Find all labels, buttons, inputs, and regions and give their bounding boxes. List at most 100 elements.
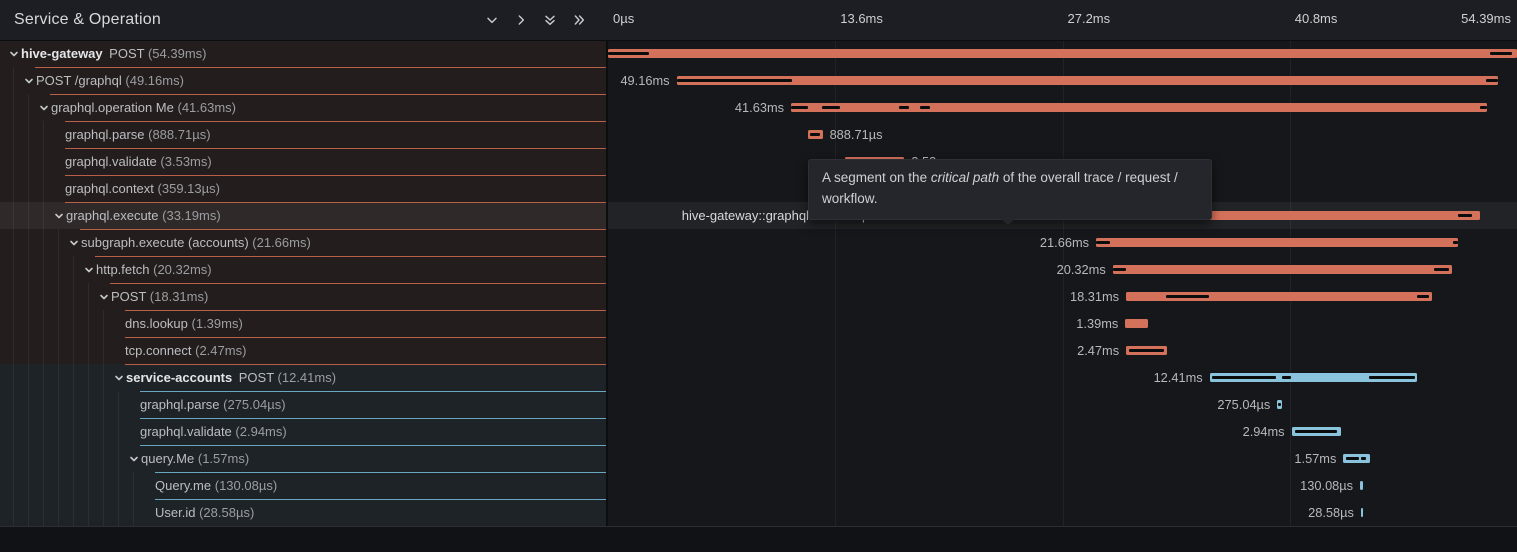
span-bar-row[interactable]: 12.41ms [608, 364, 1517, 391]
span-tree-row[interactable]: tcp.connect (2.47ms) [0, 337, 606, 364]
span-bar-row[interactable]: 20.32ms [608, 256, 1517, 283]
span-bar-row[interactable] [608, 40, 1517, 67]
span-bar[interactable] [1096, 238, 1458, 247]
span-bar[interactable] [1292, 427, 1341, 436]
indent-guide [43, 391, 44, 418]
critical-path-segment [1346, 457, 1359, 460]
span-bar[interactable] [1126, 346, 1167, 355]
trace-viewer: Service & Operation 0µs13.6ms27.2ms40.8m… [0, 0, 1517, 551]
indent-guide [28, 337, 29, 364]
span-tree-row[interactable]: graphql.context (359.13µs) [0, 175, 606, 202]
indent-guide [28, 445, 29, 472]
indent-guide [28, 202, 29, 229]
critical-path-segment [1166, 295, 1209, 298]
span-bar[interactable] [1277, 400, 1282, 409]
indent-guide [43, 175, 44, 202]
expand-chevron-icon[interactable] [8, 48, 19, 59]
critical-path-segment [1295, 430, 1336, 433]
indent-guide [73, 445, 74, 472]
span-tree-row[interactable]: graphql.parse (275.04µs) [0, 391, 606, 418]
bottom-strip [0, 526, 1517, 552]
timeline-tick: 27.2ms [1068, 11, 1111, 26]
span-tree-row[interactable]: User.id (28.58µs) [0, 499, 606, 526]
span-bar-row[interactable]: 888.71µs [608, 121, 1517, 148]
indent-guide [58, 283, 59, 310]
indent-guide [88, 337, 89, 364]
span-bar-row[interactable]: 130.08µs [608, 472, 1517, 499]
span-bar-row[interactable]: 49.16ms [608, 67, 1517, 94]
span-duration: (1.39ms) [192, 316, 243, 331]
span-bar-row[interactable]: 2.47ms [608, 337, 1517, 364]
span-bar-row[interactable]: 28.58µs [608, 499, 1517, 526]
double-chevron-right-icon[interactable] [568, 9, 590, 31]
tooltip-text-before: A segment on the [822, 170, 931, 185]
tooltip-emphasis: critical path [931, 170, 999, 185]
span-bar[interactable] [677, 76, 1499, 85]
indent-guide [13, 337, 14, 364]
span-bar[interactable] [608, 49, 1517, 58]
indent-guide [103, 337, 104, 364]
span-bar-row[interactable]: 21.66ms [608, 229, 1517, 256]
critical-path-segment [608, 52, 649, 55]
row-border [140, 445, 606, 446]
span-bar-row[interactable]: 18.31ms [608, 283, 1517, 310]
span-tree-row[interactable]: graphql.validate (3.53ms) [0, 148, 606, 175]
span-tree-row[interactable]: http.fetch (20.32ms) [0, 256, 606, 283]
span-bar-row[interactable]: 275.04µs [608, 391, 1517, 418]
indent-guide [43, 148, 44, 175]
span-bar-row[interactable]: 1.39ms [608, 310, 1517, 337]
span-tree-row[interactable]: Query.me (130.08µs) [0, 472, 606, 499]
expand-chevron-icon[interactable] [98, 291, 109, 302]
expand-chevron-icon[interactable] [128, 453, 139, 464]
indent-guide [13, 364, 14, 391]
span-tree-row[interactable]: hive-gateway POST (54.39ms) [0, 40, 606, 67]
indent-guide [28, 256, 29, 283]
span-bar[interactable] [1343, 454, 1369, 463]
span-bar-row[interactable]: 41.63ms [608, 94, 1517, 121]
indent-guide [43, 472, 44, 499]
span-tree-row[interactable]: subgraph.execute (accounts) (21.66ms) [0, 229, 606, 256]
chevron-right-icon[interactable] [510, 9, 532, 31]
span-duration: (1.57ms) [198, 451, 249, 466]
indent-guide [103, 364, 104, 391]
indent-guide [43, 256, 44, 283]
span-duration: (54.39ms) [148, 46, 207, 61]
indent-guide [28, 283, 29, 310]
span-bar[interactable] [1361, 508, 1364, 517]
span-tree-row[interactable]: POST (18.31ms) [0, 283, 606, 310]
span-duration-label: 12.41ms [1154, 364, 1203, 391]
span-tree-row[interactable]: graphql.operation Me (41.63ms) [0, 94, 606, 121]
expand-chevron-icon[interactable] [38, 102, 49, 113]
span-tree-row[interactable]: graphql.validate (2.94ms) [0, 418, 606, 445]
span-bar[interactable] [791, 103, 1487, 112]
span-tree-row[interactable]: dns.lookup (1.39ms) [0, 310, 606, 337]
span-duration: (28.58µs) [199, 505, 254, 520]
span-bar-row[interactable]: 2.94ms [608, 418, 1517, 445]
span-bar-row[interactable]: 1.57ms [608, 445, 1517, 472]
expand-chevron-icon[interactable] [23, 75, 34, 86]
critical-path-segment [1282, 376, 1290, 379]
indent-guide [28, 175, 29, 202]
chevron-down-icon[interactable] [481, 9, 503, 31]
span-bar[interactable] [1113, 265, 1453, 274]
span-tree-row[interactable]: query.Me (1.57ms) [0, 445, 606, 472]
indent-guide [88, 283, 89, 310]
span-bar[interactable] [808, 130, 823, 139]
double-chevron-down-icon[interactable] [539, 9, 561, 31]
span-bar[interactable] [1210, 373, 1417, 382]
span-tree-row[interactable]: service-accounts POST (12.41ms) [0, 364, 606, 391]
span-duration: (21.66ms) [252, 235, 311, 250]
expand-chevron-icon[interactable] [113, 372, 124, 383]
span-tree-row[interactable]: POST /graphql (49.16ms) [0, 67, 606, 94]
span-bar[interactable] [1125, 319, 1148, 328]
span-tree-row[interactable]: graphql.execute (33.19ms) [0, 202, 606, 229]
span-bar[interactable] [1360, 481, 1363, 490]
expand-chevron-icon[interactable] [53, 210, 64, 221]
span-duration-label: 49.16ms [620, 67, 669, 94]
span-tree-row[interactable]: graphql.parse (888.71µs) [0, 121, 606, 148]
indent-guide [73, 283, 74, 310]
span-bar[interactable] [1126, 292, 1432, 301]
panel-splitter[interactable] [606, 0, 608, 526]
expand-chevron-icon[interactable] [83, 264, 94, 275]
expand-chevron-icon[interactable] [68, 237, 79, 248]
